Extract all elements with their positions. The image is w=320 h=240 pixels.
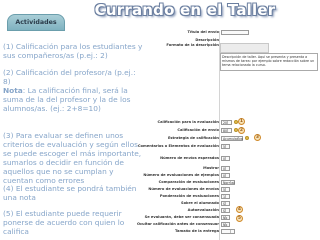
description-textarea[interactable]: Descripción de taller. Aquí se presenta …: [220, 53, 318, 71]
agreement-select[interactable]: No: [221, 215, 230, 220]
max-size-select[interactable]: [221, 229, 235, 234]
form-row: Título del envío: [150, 30, 320, 37]
form-row: Número de envíos esperados 0: [150, 156, 320, 163]
field-label: Número de evaluaciones de envíos: [148, 187, 219, 191]
self-assessment-select[interactable]: Sí: [221, 208, 230, 213]
paragraph-1: (1) Calificación para los estudiantes y …: [3, 42, 143, 60]
tab-actividades[interactable]: Actividades: [7, 14, 65, 31]
comparison-select[interactable]: Normal: [221, 180, 235, 185]
form-row: Ponderación de evaluaciones 1: [150, 194, 320, 201]
peer-assessments-select[interactable]: 5: [221, 187, 230, 192]
field-label: Formato de la descripción: [166, 43, 219, 47]
form-row: Mostrar 0: [150, 166, 320, 173]
grade-assessment-select[interactable]: 20: [221, 120, 232, 125]
field-label: Comparación de evaluaciones: [158, 180, 219, 184]
field-label: Se evaluarán, debe ser consensuada: [144, 215, 219, 219]
form-row: Se evaluarán, debe ser consensuada No: [145, 215, 320, 222]
callout-badge-4: 4: [236, 206, 243, 213]
grading-strategy-select[interactable]: Acumulativa: [221, 136, 243, 141]
paragraph-6: (5) El estudiante puede requerir ponerse…: [3, 209, 125, 236]
note-label: Nota: [3, 86, 23, 95]
field-label: Tamaño de la entrega: [175, 229, 219, 233]
field-label: Calificación de envío: [177, 128, 219, 132]
hide-grades-select[interactable]: No: [221, 222, 230, 227]
form-row: Número de evaluaciones de ejemplos 0: [143, 173, 320, 180]
field-label: Comentarios o Elementos de evaluación: [137, 144, 219, 148]
students-select[interactable]: Sí: [221, 201, 230, 206]
help-icon[interactable]: [245, 136, 249, 140]
field-label: Mostrar: [203, 166, 219, 170]
callout-badge-5: 5: [236, 215, 243, 222]
editor-toolbar[interactable]: [220, 43, 269, 53]
show-select[interactable]: 0: [221, 166, 230, 171]
field-label: Autoevaluación: [187, 208, 219, 212]
field-label: Número de envíos esperados: [160, 156, 219, 160]
slide-title: Currando en el Taller: [94, 1, 276, 19]
grade-submission-select[interactable]: 80: [221, 128, 232, 133]
example-assessments-select[interactable]: 0: [221, 173, 230, 178]
form-row: Autoevaluación Sí: [150, 208, 320, 215]
field-label: Título del envío: [187, 30, 219, 34]
submissions-select[interactable]: 0: [221, 156, 230, 161]
paragraph-2: (2) Calificación del profesor/a (p.ej.: …: [3, 68, 136, 86]
title-input[interactable]: [221, 30, 249, 35]
form-row: Tamaño de la entrega: [150, 229, 320, 236]
field-label: Número de evaluaciones de ejemplos: [143, 173, 219, 177]
field-label: Sobre el alumnado: [181, 201, 219, 205]
field-label: Estrategia de calificación: [167, 136, 219, 140]
paragraph-3: Nota: La calificación final, será la sum…: [3, 86, 143, 113]
elements-select[interactable]: 5: [221, 144, 230, 149]
note-text: : La calificación final, será la suma de…: [3, 86, 131, 113]
form-row: Número de evaluaciones de envíos 5: [148, 187, 320, 194]
paragraph-5: (4) El estudiante se pondrá también una …: [3, 184, 137, 202]
paragraph-4: (3) Para evaluar se definen unos criteri…: [3, 131, 142, 185]
weight-select[interactable]: 1: [221, 194, 230, 199]
field-label: Ocultar calificación antes de consensuar: [137, 222, 219, 226]
field-label: Ponderación de evaluaciones: [159, 194, 219, 198]
callout-badge-2: 2: [238, 127, 245, 134]
callout-badge-1: 1: [238, 118, 245, 125]
workshop-settings-form: Título del envío Descripción Formato de …: [137, 28, 320, 240]
callout-badge-3: 3: [254, 134, 261, 141]
form-row: Sobre el alumnado Sí: [150, 201, 320, 208]
form-row: Comparación de evaluaciones Normal: [150, 180, 320, 187]
form-row: Ocultar calificación antes de consensuar…: [137, 222, 320, 229]
form-row: Estrategia de calificación Acumulativa: [150, 136, 320, 143]
form-row: Comentarios o Elementos de evaluación 5: [138, 144, 320, 151]
field-label: Calificación para la evaluación: [157, 120, 219, 124]
